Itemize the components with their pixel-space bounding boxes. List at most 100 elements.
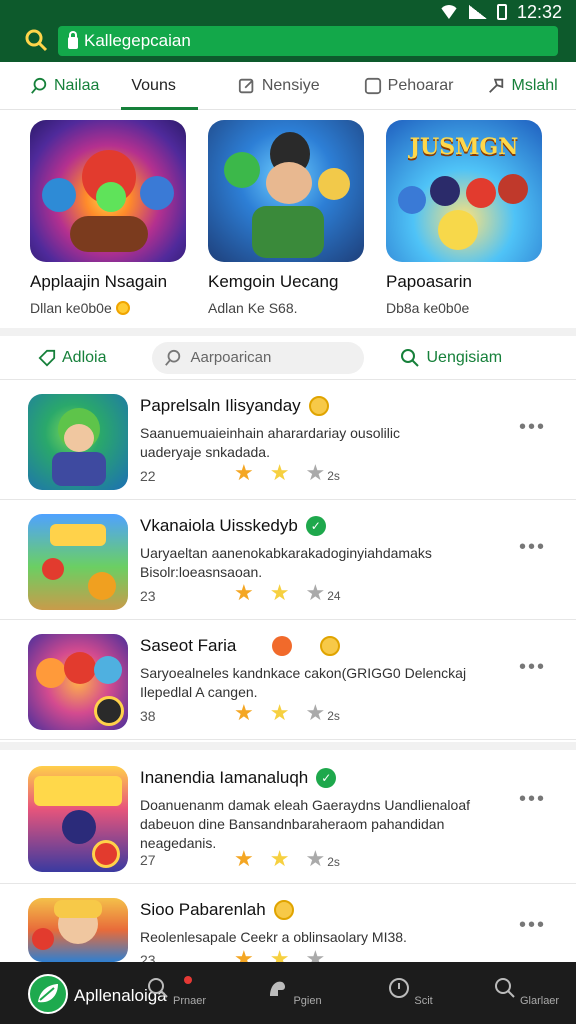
featured-art xyxy=(30,120,186,262)
nav-item-pgien[interactable]: Pgien xyxy=(254,976,334,1007)
search-icon xyxy=(494,978,515,998)
star-icon: ★ xyxy=(234,700,254,725)
tab-nailaa[interactable]: Nailaa xyxy=(0,62,113,110)
more-options-icon[interactable]: ••• xyxy=(519,656,546,679)
leaf-icon xyxy=(38,984,58,1003)
nav-item-scit[interactable]: Scit xyxy=(370,976,450,1007)
featured-art-label: JUSMGN xyxy=(409,134,519,160)
featured-title: Papoasarin xyxy=(386,272,473,291)
star-icon: ★ xyxy=(234,580,254,605)
featured-title: Applaajin Nsagain xyxy=(30,272,168,291)
app-title-row: Sioo Pabarenlah xyxy=(140,900,294,920)
nav-item-prnaer[interactable]: Prnaer xyxy=(136,976,216,1007)
search-icon[interactable] xyxy=(24,28,48,52)
app-description: Uaryaeltan aanenokabkarakadoginyiahdamak… xyxy=(140,545,432,580)
star-icon: ★ xyxy=(269,580,290,605)
featured-card[interactable]: Applaajin Nsagain Dllan ke0b0e xyxy=(30,120,186,330)
filter-left-button[interactable]: Adloia xyxy=(38,349,106,367)
featured-card[interactable]: Kemgoin Uecang Adlan Ke S68. xyxy=(208,120,364,330)
app-description: Saryoealneles kandnkace cakon(GRIGG0 Del… xyxy=(140,665,467,700)
coin-icon xyxy=(115,301,130,315)
app-logo-icon[interactable] xyxy=(28,974,68,1014)
coin-icon xyxy=(308,396,329,416)
list-search-input[interactable]: Aarpoarican xyxy=(152,341,365,374)
rating-stars: ★ ★ ★ 2s xyxy=(234,462,340,484)
rating-stars: ★ ★ ★ 2s xyxy=(234,848,340,870)
star-icon: ★ xyxy=(305,460,326,485)
list-item[interactable]: Sioo Pabarenlah Reolenlesapale Ceekr a o… xyxy=(0,884,576,970)
compass-icon xyxy=(389,978,410,998)
tab-nensiye[interactable]: Nensiye xyxy=(202,62,334,110)
app-thumbnail xyxy=(28,634,128,730)
app-title-row: Saseot Faria xyxy=(140,636,341,656)
featured-card[interactable]: JUSMGN Papoasarin Db8a ke0b0e xyxy=(386,120,542,330)
notification-dot xyxy=(184,976,192,984)
tab-label: Nailaa xyxy=(54,76,100,94)
app-description: Reolenlesapale Ceekr a oblinsaolary MI38… xyxy=(140,929,407,945)
app-title: Sioo Pabarenlah xyxy=(140,900,266,919)
featured-art: JUSMGN xyxy=(386,120,542,262)
app-title-row: Inanendia Iamanaluqh ✓ xyxy=(140,768,337,788)
more-options-icon[interactable]: ••• xyxy=(519,536,546,559)
app-thumbnail xyxy=(28,898,128,962)
url-bar[interactable]: Kallegepcaian xyxy=(58,26,558,56)
wifi-icon xyxy=(438,5,459,19)
search-icon xyxy=(147,978,168,998)
star-icon: ★ xyxy=(269,846,290,871)
top-app-bar: 12:32 Kallegepcaian xyxy=(0,0,576,62)
app-title-row: Paprelsaln Ilisyanday xyxy=(140,396,329,416)
filter-right-button[interactable]: Uengisiam xyxy=(400,348,502,368)
battery-icon xyxy=(496,4,507,20)
rating-stars: ★ ★ ★ 2s xyxy=(234,702,340,724)
tab-vouns[interactable]: Vouns xyxy=(113,62,201,110)
app-title: Vkanaiola Uisskedyb xyxy=(140,516,298,535)
tab-label: Nensiye xyxy=(261,76,320,94)
edit-icon xyxy=(238,78,254,93)
more-options-icon[interactable]: ••• xyxy=(519,788,546,811)
tab-label: Pehoarar xyxy=(387,76,454,94)
featured-subtitle: Db8a ke0b0e xyxy=(386,300,542,316)
tab-label: Mslahl xyxy=(511,76,558,94)
search-icon xyxy=(31,77,47,94)
section-divider xyxy=(0,742,576,750)
rating-number: 2s xyxy=(327,709,340,723)
tab-mslahl[interactable]: Mslahl xyxy=(467,62,571,110)
featured-subtitle-text: Db8a ke0b0e xyxy=(386,300,470,316)
list-item[interactable]: Vkanaiola Uisskedyb ✓ Uaryaeltan aanenok… xyxy=(0,500,576,620)
tab-bar: Nailaa Vouns Nensiye Pehoarar Mslahl xyxy=(0,62,576,110)
app-title: Inanendia Iamanaluqh xyxy=(140,768,309,787)
featured-art xyxy=(208,120,364,262)
filter-right-label: Uengisiam xyxy=(426,348,503,366)
hot-icon xyxy=(272,636,293,656)
coin-icon xyxy=(273,900,294,920)
list-item[interactable]: Inanendia Iamanaluqh ✓ Doanuenanm damak … xyxy=(0,752,576,884)
app-count: 22 xyxy=(140,468,156,484)
url-text: Kallegepcaian xyxy=(84,31,191,50)
nav-label: Glarlaer xyxy=(519,995,560,1007)
app-description: Saanuemuaieinhain aharardariay ousolilic… xyxy=(140,425,400,460)
featured-title: Kemgoin Uecang xyxy=(208,272,339,291)
tab-label: Vouns xyxy=(131,76,176,94)
more-options-icon[interactable]: ••• xyxy=(519,416,546,439)
share-icon xyxy=(489,78,504,93)
nav-item-glarlaer[interactable]: Glarlaer xyxy=(486,976,566,1007)
rating-number: 2s xyxy=(327,855,340,869)
section-divider xyxy=(0,328,576,336)
nav-label: Scit xyxy=(414,995,433,1007)
tab-pehoarar[interactable]: Pehoarar xyxy=(334,62,468,110)
star-icon: ★ xyxy=(234,460,254,485)
filter-bar: Adloia Aarpoarican Uengisiam xyxy=(0,336,576,380)
app-thumbnail xyxy=(28,394,128,490)
more-options-icon[interactable]: ••• xyxy=(519,914,546,937)
rating-number: 2s xyxy=(327,469,340,483)
search-icon xyxy=(401,348,420,367)
star-icon: ★ xyxy=(269,700,290,725)
app-thumbnail xyxy=(28,766,128,872)
list-item[interactable]: Paprelsaln Ilisyanday Saanuemuaieinhain … xyxy=(0,380,576,500)
rating-stars: ★ ★ ★ 24 xyxy=(234,582,341,604)
featured-row: Applaajin Nsagain Dllan ke0b0e Kemgoin U… xyxy=(0,110,576,330)
lock-icon xyxy=(68,30,78,49)
app-title: Saseot Faria xyxy=(140,636,237,655)
list-item[interactable]: Saseot Faria Saryoealneles kandnkace cak… xyxy=(0,620,576,740)
featured-subtitle: Dllan ke0b0e xyxy=(30,300,186,316)
